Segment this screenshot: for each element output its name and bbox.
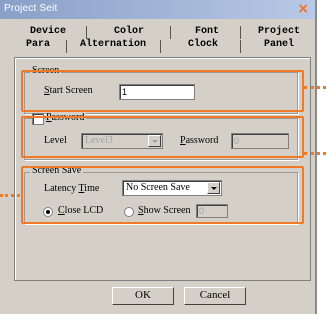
tab-font[interactable]: Font <box>195 26 219 37</box>
tab-clock[interactable]: Clock <box>188 39 218 50</box>
tab-divider <box>86 26 87 39</box>
tab-alternation[interactable]: Alternation <box>80 39 146 50</box>
tab-panel[interactable]: Panel <box>264 39 294 50</box>
close-icon[interactable]: × <box>297 1 309 17</box>
tab-project[interactable]: Project <box>258 26 300 37</box>
tab-device[interactable]: Device <box>30 26 66 37</box>
highlight-box-screen-save <box>21 166 304 224</box>
tab-divider <box>240 40 241 53</box>
title-bar[interactable]: Project Seit × <box>0 0 315 19</box>
highlight-pointer <box>0 194 20 200</box>
tab-divider <box>170 26 171 39</box>
highlight-box-screen <box>21 70 304 112</box>
highlight-pointer <box>304 152 326 158</box>
tab-divider <box>160 40 161 53</box>
cancel-button[interactable]: Cancel <box>184 287 246 305</box>
highlight-pointer <box>304 86 326 92</box>
highlight-box-password <box>21 116 304 158</box>
tab-divider <box>66 40 67 53</box>
tab-divider <box>240 26 241 39</box>
ok-button[interactable]: OK <box>112 287 174 305</box>
tab-para[interactable]: Para <box>26 39 50 50</box>
tab-color[interactable]: Color <box>114 26 144 37</box>
window-title: Project Seit <box>4 3 58 14</box>
